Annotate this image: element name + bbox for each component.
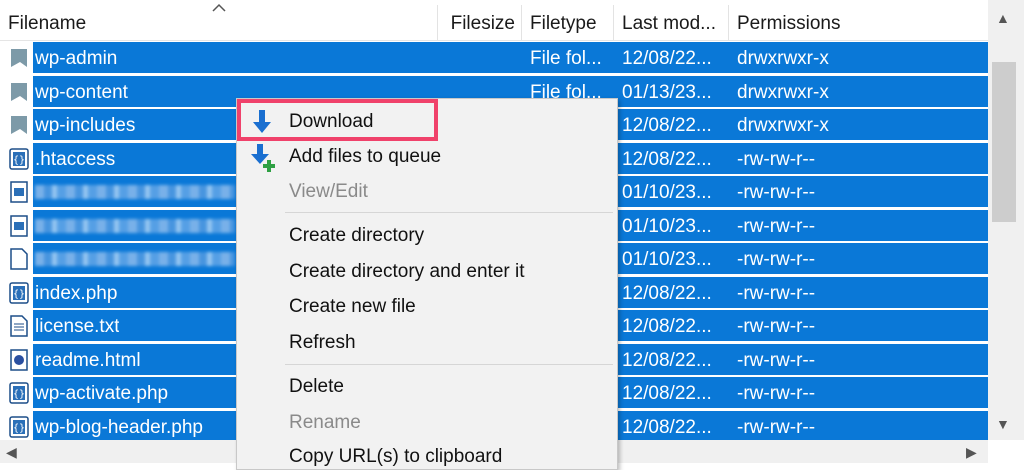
cell-filename: wp-blog-header.php <box>35 416 203 438</box>
cell-last-modified: 01/13/23... <box>622 81 712 103</box>
sort-ascending-icon <box>212 3 226 12</box>
menu-item-create-directory-enter[interactable]: Create directory and enter it <box>289 261 525 283</box>
code-file-icon: {} <box>8 415 30 439</box>
scroll-left-arrow-icon[interactable]: ◀ <box>6 444 17 461</box>
cell-permissions: drwxrwxr-x <box>737 81 829 103</box>
svg-text:{}: {} <box>13 289 25 300</box>
menu-item-create-new-file[interactable]: Create new file <box>289 296 416 318</box>
cell-filename: wp-admin <box>35 48 118 69</box>
menu-item-view-edit: View/Edit <box>289 181 368 202</box>
svg-text:{}: {} <box>13 389 25 400</box>
cell-last-modified: 12/08/22... <box>622 148 712 170</box>
text-file-icon <box>8 314 30 338</box>
cell-filename: index.php <box>35 282 118 304</box>
cell-permissions: -rw-rw-r-- <box>737 383 816 404</box>
cell-last-modified: 12/08/22... <box>622 282 712 304</box>
menu-item-refresh[interactable]: Refresh <box>289 332 356 354</box>
column-header-filetype[interactable]: Filetype <box>522 5 614 40</box>
scroll-down-arrow-icon[interactable]: ▼ <box>996 416 1010 432</box>
cell-permissions: -rw-rw-r-- <box>737 349 816 371</box>
image-file-icon <box>8 180 30 204</box>
context-menu: Download Add files to queue View/Edit Cr… <box>236 98 618 470</box>
cell-last-modified: 12/08/22... <box>622 316 712 337</box>
cell-permissions: -rw-rw-r-- <box>737 215 816 237</box>
folder-icon <box>8 113 30 137</box>
cell-filename: .htaccess <box>35 148 116 170</box>
column-header-permissions[interactable]: Permissions <box>729 5 988 40</box>
cell-permissions: -rw-rw-r-- <box>737 249 816 270</box>
cell-last-modified: 01/10/23... <box>622 215 712 237</box>
column-header-filesize[interactable]: Filesize <box>438 5 522 40</box>
cell-last-modified: 01/10/23... <box>622 249 712 270</box>
column-header-row: Filename Filesize Filetype Last mod... P… <box>0 3 988 41</box>
scroll-right-arrow-icon[interactable]: ▶ <box>966 444 977 461</box>
row-selection-highlight <box>33 42 988 73</box>
column-header-last-modified[interactable]: Last mod... <box>614 5 729 40</box>
cell-filename: wp-includes <box>35 115 136 136</box>
add-queue-icon <box>251 144 275 172</box>
scroll-up-arrow-icon[interactable]: ▲ <box>996 10 1010 26</box>
menu-separator <box>285 364 613 365</box>
column-label-filename: Filename <box>8 13 87 34</box>
column-label-permissions: Permissions <box>737 13 841 34</box>
cell-last-modified: 12/08/22... <box>622 416 712 438</box>
redacted-filename <box>35 252 235 266</box>
redacted-filename <box>35 218 235 233</box>
cell-last-modified: 12/08/22... <box>622 383 712 404</box>
cell-permissions: drwxrwxr-x <box>737 48 829 69</box>
cell-last-modified: 12/08/22... <box>622 48 712 69</box>
cell-filename: license.txt <box>35 316 120 337</box>
menu-item-rename: Rename <box>289 412 361 433</box>
remote-file-list: Filename Filesize Filetype Last mod... P… <box>0 0 1024 470</box>
cell-permissions: -rw-rw-r-- <box>737 282 816 304</box>
file-icon <box>8 247 30 271</box>
cell-last-modified: 01/10/23... <box>622 182 712 203</box>
folder-icon <box>8 46 30 70</box>
menu-separator <box>285 212 613 213</box>
code-file-icon: {} <box>8 381 30 405</box>
redacted-filename <box>35 185 235 199</box>
cell-last-modified: 12/08/22... <box>622 349 712 371</box>
cell-permissions: -rw-rw-r-- <box>737 148 816 170</box>
cell-filename: readme.html <box>35 349 141 371</box>
download-highlight-box <box>237 99 438 141</box>
cell-permissions: drwxrwxr-x <box>737 115 829 136</box>
cell-last-modified: 12/08/22... <box>622 115 712 136</box>
svg-text:{}: {} <box>13 423 25 434</box>
cell-filename: wp-content <box>35 81 128 103</box>
menu-item-copy-url[interactable]: Copy URL(s) to clipboard <box>289 446 502 468</box>
cell-permissions: -rw-rw-r-- <box>737 182 816 203</box>
column-label-filesize: Filesize <box>450 13 515 34</box>
table-row[interactable]: wp-admin File fol... 12/08/22... drwxrwxr-x <box>0 41 988 74</box>
cell-filetype: File fol... <box>530 48 602 69</box>
cell-permissions: -rw-rw-r-- <box>737 316 816 337</box>
cell-filename: wp-activate.php <box>35 383 169 404</box>
html-file-icon <box>8 348 30 372</box>
column-label-last-modified: Last mod... <box>622 13 716 34</box>
column-label-filetype: Filetype <box>530 13 597 34</box>
folder-icon <box>8 80 30 104</box>
menu-item-delete[interactable]: Delete <box>289 376 344 398</box>
vertical-scrollbar-thumb[interactable] <box>992 62 1016 222</box>
svg-text:{}: {} <box>13 155 25 166</box>
menu-item-create-directory[interactable]: Create directory <box>289 225 424 247</box>
cell-permissions: -rw-rw-r-- <box>737 416 816 438</box>
code-file-icon: {} <box>8 281 30 305</box>
code-file-icon: {} <box>8 147 30 171</box>
menu-item-add-files-to-queue[interactable]: Add files to queue <box>289 146 441 168</box>
image-file-icon <box>8 214 30 238</box>
